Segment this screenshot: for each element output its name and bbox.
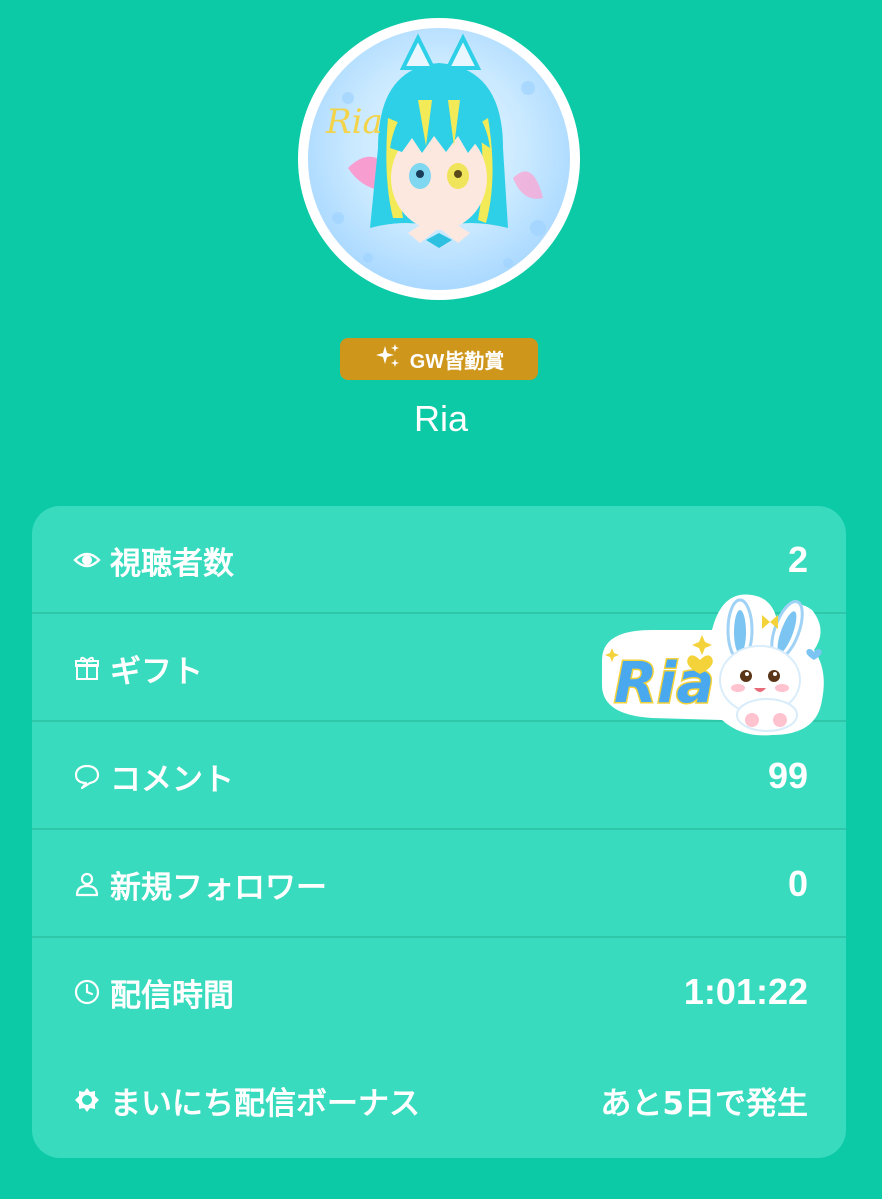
- stat-label: 新規フォロワー: [110, 869, 327, 906]
- username: Ria: [413, 398, 469, 439]
- avatar-image: Ria: [308, 28, 570, 290]
- stat-label: まいにち配信ボーナス: [110, 1085, 420, 1122]
- sun-icon: [72, 1085, 102, 1115]
- eye-icon: [72, 545, 102, 575]
- award-badge[interactable]: GW皆勤賞: [340, 338, 538, 380]
- stat-label: 視聴者数: [110, 545, 234, 582]
- clock-icon: [72, 977, 102, 1007]
- stat-value: 0: [787, 863, 808, 904]
- ria-bunny-sticker: Ria: [592, 590, 828, 740]
- sparkle-icon: [374, 342, 402, 376]
- badge-label: GW皆勤賞: [409, 350, 505, 373]
- stat-label: 配信時間: [110, 977, 234, 1014]
- avatar[interactable]: Ria: [298, 18, 580, 300]
- stat-label: ギフト: [110, 653, 203, 690]
- person-icon: [72, 869, 102, 899]
- stat-label: コメント: [110, 761, 234, 798]
- stat-value: あと5日で発生: [600, 1085, 808, 1122]
- stat-row-stream-time: 配信時間 1:01:22: [32, 938, 846, 1046]
- stat-row-new-followers: 新規フォロワー 0: [32, 830, 846, 938]
- stat-row-daily-bonus: まいにち配信ボーナス あと5日で発生: [32, 1046, 846, 1154]
- gift-icon: [72, 653, 102, 683]
- stat-value: 1:01:22: [683, 971, 808, 1012]
- comment-icon: [72, 761, 102, 791]
- avatar-text: Ria: [325, 102, 383, 142]
